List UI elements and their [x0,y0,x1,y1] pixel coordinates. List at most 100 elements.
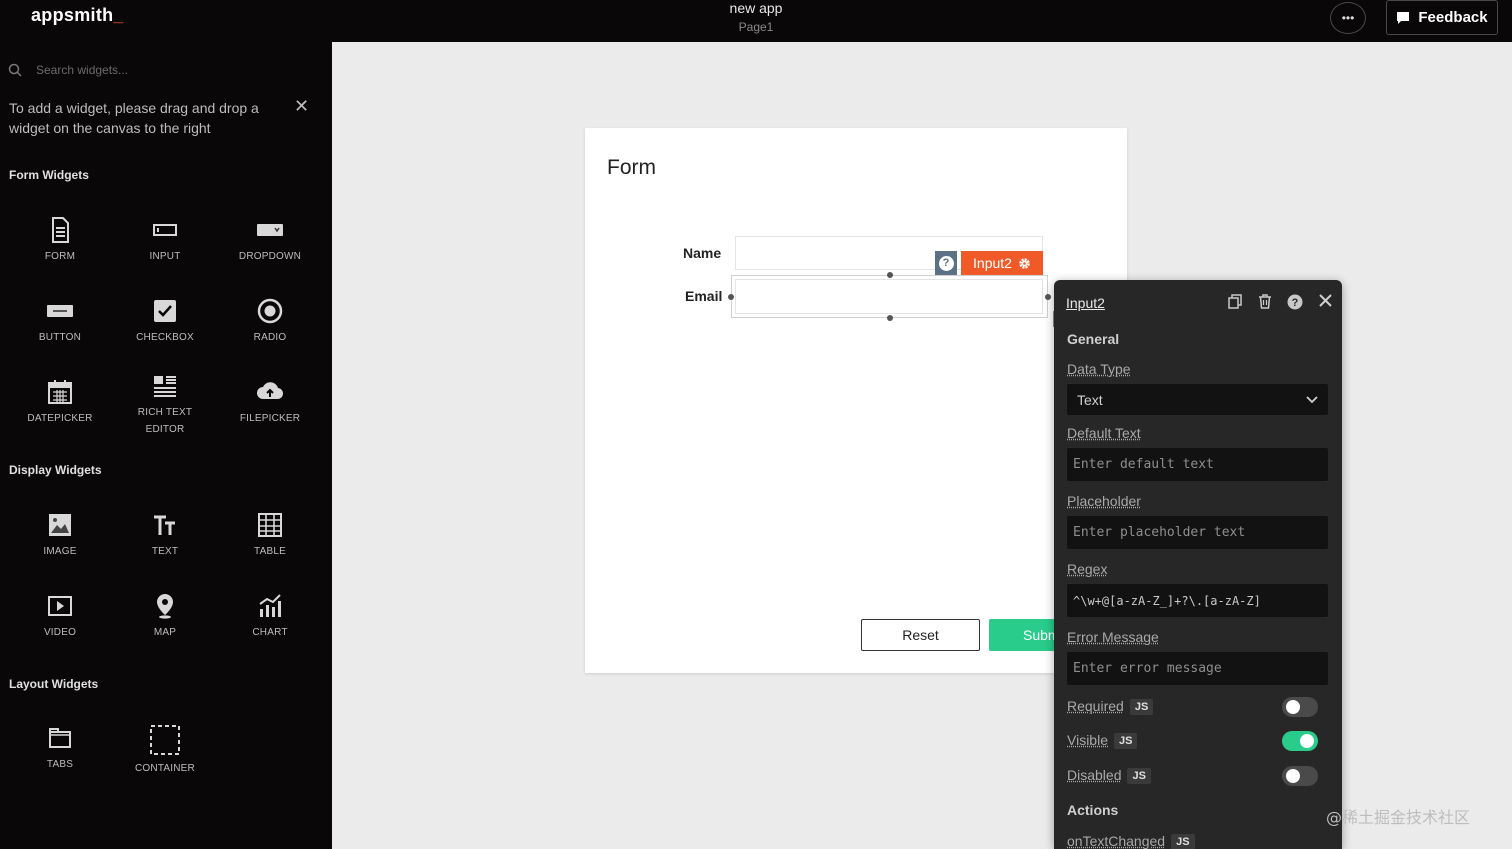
copy-icon[interactable] [1228,294,1242,309]
more-icon: ••• [1342,11,1355,25]
widget-search[interactable]: Search widgets... [8,60,318,80]
widget-label: DATEPICKER [10,410,110,427]
display-widgets-title: Display Widgets [9,463,102,477]
property-pane: Input2 ? General Data Type Text Default … [1054,280,1342,849]
resize-handle-top[interactable] [887,272,893,278]
radio-icon [256,297,284,325]
widget-label: VIDEO [10,624,110,641]
widget-label: CONTAINER [115,760,215,777]
widget-label: MAP [115,624,215,641]
widget-map[interactable]: MAP [115,592,215,641]
email-input[interactable] [735,279,1043,314]
disabled-label: Disabled [1067,767,1121,783]
actions-section-title: Actions [1067,802,1118,818]
visible-toggle[interactable] [1282,731,1318,751]
tabs-icon [46,724,74,752]
widget-name-tag[interactable]: Input2 [961,251,1043,275]
widget-label: RADIO [220,329,320,346]
search-icon [8,63,22,77]
trash-icon[interactable] [1258,294,1272,309]
widget-label: IMAGE [10,543,110,560]
widget-label: CHECKBOX [115,329,215,346]
page-name[interactable]: Page1 [0,20,1512,34]
app-name[interactable]: new app [0,0,1512,16]
js-toggle-button[interactable]: JS [1127,768,1150,784]
widget-help-button[interactable]: ? [935,251,957,275]
widget-datepicker[interactable]: DATEPICKER [10,378,110,427]
required-toggle[interactable] [1282,697,1318,717]
resize-handle-bottom[interactable] [887,315,893,321]
form-icon [46,216,74,244]
widget-label: RICH TEXT EDITOR [125,404,205,438]
reset-button[interactable]: Reset [861,619,980,651]
input-icon [151,216,179,244]
widget-dropdown[interactable]: DROPDOWN [220,216,320,265]
resize-handle-left[interactable] [728,294,734,300]
placeholder-input[interactable]: Enter placeholder text [1067,516,1328,549]
chart-icon [256,592,284,620]
widget-input[interactable]: INPUT [115,216,215,265]
widget-button[interactable]: BUTTON [10,297,110,346]
property-pane-actions: ? [1228,294,1332,310]
widget-label: INPUT [115,248,215,265]
js-toggle-button[interactable]: JS [1171,834,1194,849]
widget-filepicker[interactable]: FILEPICKER [220,378,320,427]
required-row: Required JS [1067,698,1153,715]
widget-radio[interactable]: RADIO [220,297,320,346]
widget-chart[interactable]: CHART [220,592,320,641]
placeholder-label: Placeholder [1067,493,1141,509]
required-label: Required [1067,698,1124,714]
chat-icon [1396,11,1410,25]
feedback-button[interactable]: Feedback [1386,0,1498,35]
widget-label: TABS [10,756,110,773]
data-type-label: Data Type [1067,361,1131,377]
button-icon [46,297,74,325]
help-icon: ? [939,256,954,271]
video-icon [46,592,74,620]
widget-label: FORM [10,248,110,265]
on-text-changed-label: onTextChanged [1067,833,1165,849]
default-text-label: Default Text [1067,425,1141,441]
map-pin-icon [151,592,179,620]
general-section-title: General [1067,331,1119,347]
search-input[interactable]: Search widgets... [36,63,128,77]
more-options-button[interactable]: ••• [1330,2,1366,34]
default-text-input[interactable]: Enter default text [1067,448,1328,481]
form-widget[interactable]: Form [585,128,1127,673]
regex-label: Regex [1067,561,1107,577]
disabled-row: Disabled JS [1067,767,1151,784]
table-icon [256,511,284,539]
widget-container[interactable]: CONTAINER [115,724,215,777]
disabled-toggle[interactable] [1282,766,1318,786]
widget-label: CHART [220,624,320,641]
toggle-knob [1286,700,1300,714]
gear-icon [1018,257,1031,270]
visible-label: Visible [1067,732,1108,748]
submit-button[interactable]: Submit [989,619,1055,651]
widget-text[interactable]: TEXT [115,511,215,560]
widget-video[interactable]: VIDEO [10,592,110,641]
calendar-icon [46,378,74,406]
widget-table[interactable]: TABLE [220,511,320,560]
error-message-input[interactable]: Enter error message [1067,652,1328,685]
widget-image[interactable]: IMAGE [10,511,110,560]
js-toggle-button[interactable]: JS [1114,733,1137,749]
widget-checkbox[interactable]: CHECKBOX [115,297,215,346]
widget-rich-text-editor[interactable]: RICH TEXT EDITOR [115,372,215,438]
rich-text-icon [151,372,179,400]
form-title: Form [607,156,656,180]
data-type-select[interactable]: Text [1067,384,1328,415]
close-icon[interactable] [1319,294,1332,307]
help-circle-icon[interactable]: ? [1287,294,1303,310]
widget-label: TEXT [115,543,215,560]
js-toggle-button[interactable]: JS [1130,699,1153,715]
widget-form[interactable]: FORM [10,216,110,265]
close-icon[interactable]: ✕ [294,96,309,117]
text-icon [151,511,179,539]
data-type-value: Text [1077,392,1103,408]
widget-tabs[interactable]: TABS [10,724,110,773]
resize-handle-right[interactable] [1045,294,1051,300]
toggle-knob [1286,769,1300,783]
property-pane-widget-name[interactable]: Input2 [1066,295,1105,311]
regex-input[interactable]: ^\w+@[a-zA-Z_]+?\.[a-zA-Z] [1067,584,1328,617]
